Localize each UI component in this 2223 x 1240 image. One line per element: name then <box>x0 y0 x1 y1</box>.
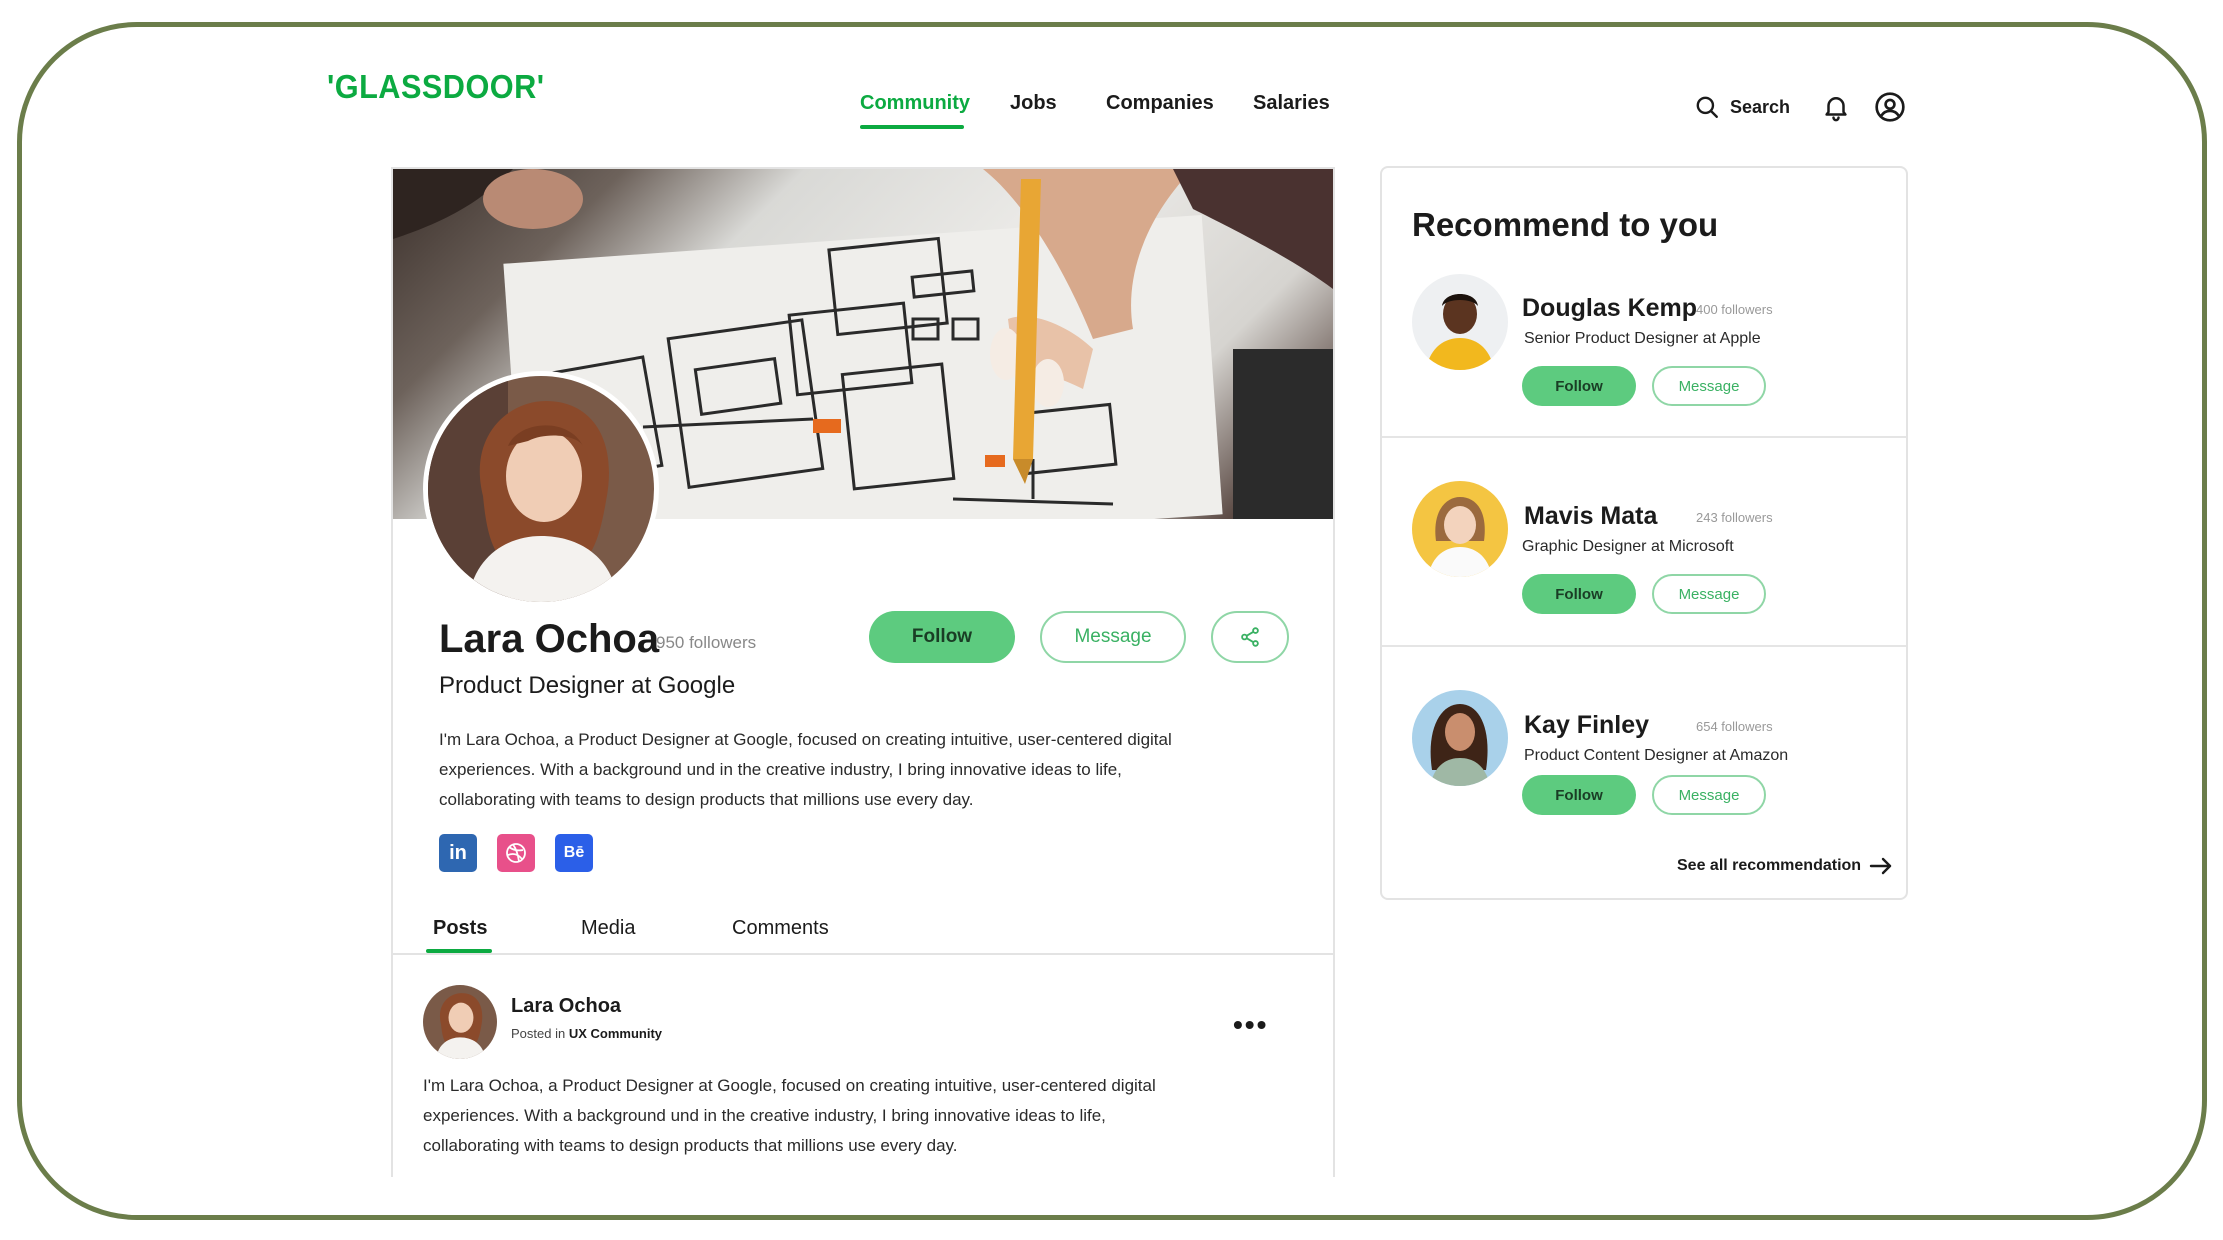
see-all-recommendations-link[interactable]: See all recommendation <box>1677 856 1893 876</box>
see-all-label: See all recommendation <box>1677 857 1862 874</box>
search-button[interactable]: Search <box>1694 94 1790 120</box>
rec-follow-button-douglas[interactable]: Follow <box>1522 366 1636 406</box>
search-label: Search <box>1730 96 1791 117</box>
dribbble-icon[interactable] <box>497 834 535 872</box>
rec-followers-mavis: 243 followers <box>1696 510 1773 525</box>
profile-role: Product Designer at Google <box>439 672 736 699</box>
message-button[interactable]: Message <box>1040 611 1186 663</box>
rec-role-kay: Product Content Designer at Amazon <box>1524 747 1789 764</box>
nav-active-underline <box>860 125 964 129</box>
nav-jobs[interactable]: Jobs <box>1010 92 1057 115</box>
rec-divider <box>1382 436 1906 438</box>
glassdoor-logo[interactable]: 'GLASSDOOR' <box>327 68 545 106</box>
tab-posts[interactable]: Posts <box>433 917 487 940</box>
rec-name-mavis[interactable]: Mavis Mata <box>1524 502 1657 531</box>
linkedin-icon[interactable]: in <box>439 834 477 872</box>
post-author-avatar[interactable] <box>423 985 497 1059</box>
tabs-divider <box>393 953 1333 955</box>
follow-button[interactable]: Follow <box>869 611 1015 663</box>
rec-follow-button-kay[interactable]: Follow <box>1522 775 1636 815</box>
rec-avatar-mavis[interactable] <box>1412 481 1508 577</box>
bell-icon <box>1825 97 1847 122</box>
user-circle-icon <box>1875 92 1905 122</box>
post-body: I'm Lara Ochoa, a Product Designer at Go… <box>423 1076 1156 1155</box>
account-button[interactable] <box>1873 90 1907 124</box>
search-icon <box>1696 96 1718 118</box>
rec-role-mavis: Graphic Designer at Microsoft <box>1522 538 1734 555</box>
recommendations-title: Recommend to you <box>1412 206 1719 243</box>
rec-divider <box>1382 645 1906 647</box>
post-posted-in-label: Posted in <box>511 1026 566 1041</box>
share-icon <box>1241 627 1259 647</box>
recommendations-card: Recommend to you Douglas Kemp 400 follow… <box>1380 166 1908 900</box>
profile-name: Lara Ochoa <box>439 617 660 661</box>
more-options-icon[interactable]: ••• <box>1233 1011 1268 1039</box>
rec-message-button-mavis[interactable]: Message <box>1652 574 1766 614</box>
rec-message-button-douglas[interactable]: Message <box>1652 366 1766 406</box>
arrow-right-icon <box>1869 857 1892 875</box>
notifications-button[interactable] <box>1820 91 1852 123</box>
post-author-name[interactable]: Lara Ochoa <box>511 995 621 1018</box>
nav-companies[interactable]: Companies <box>1106 92 1214 115</box>
profile-card: Lara Ochoa 950 followers Product Designe… <box>391 167 1335 1177</box>
post-meta: Posted in UX Community <box>511 1026 662 1041</box>
nav-community[interactable]: Community <box>860 92 970 115</box>
rec-follow-button-mavis[interactable]: Follow <box>1522 574 1636 614</box>
rec-avatar-kay[interactable] <box>1412 690 1508 786</box>
behance-icon[interactable]: Bē <box>555 834 593 872</box>
rec-followers-douglas: 400 followers <box>1696 302 1773 317</box>
rec-name-douglas[interactable]: Douglas Kemp <box>1522 294 1697 323</box>
rec-message-button-kay[interactable]: Message <box>1652 775 1766 815</box>
profile-bio: I'm Lara Ochoa, a Product Designer at Go… <box>439 730 1172 809</box>
nav-salaries[interactable]: Salaries <box>1253 92 1330 115</box>
post-community-link[interactable]: UX Community <box>569 1026 662 1041</box>
tab-media[interactable]: Media <box>581 917 635 940</box>
rec-followers-kay: 654 followers <box>1696 719 1773 734</box>
profile-followers: 950 followers <box>656 633 757 652</box>
rec-avatar-douglas[interactable] <box>1412 274 1508 370</box>
tab-comments[interactable]: Comments <box>732 917 829 940</box>
rec-name-kay[interactable]: Kay Finley <box>1524 711 1649 740</box>
profile-avatar[interactable] <box>423 371 659 607</box>
share-button[interactable] <box>1211 611 1289 663</box>
rec-role-douglas: Senior Product Designer at Apple <box>1524 330 1761 347</box>
